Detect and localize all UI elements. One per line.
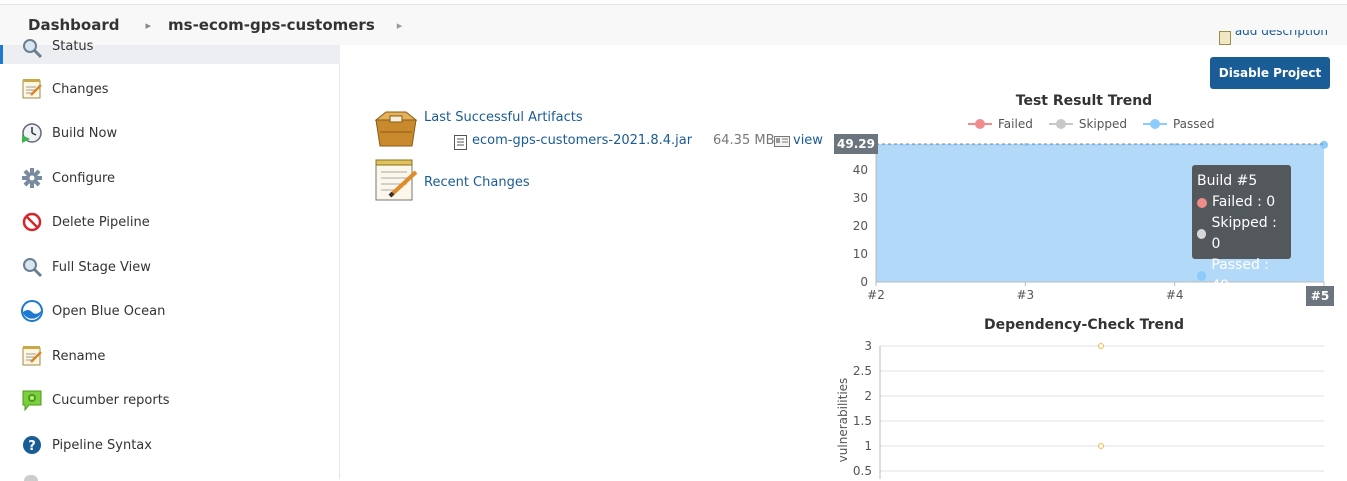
dependency-check-trend-chart[interactable]: 0.5 1 1.5 2 2.5 3 vulnerabilities <box>0 0 1347 479</box>
y-tick-label: 1.5 <box>853 414 872 428</box>
y-tick-label: 0.5 <box>853 464 872 478</box>
dependency-point <box>1098 343 1104 349</box>
y-tick-label: 1 <box>864 439 872 453</box>
dependency-point <box>1098 443 1104 449</box>
y-tick-label: 2 <box>864 389 872 403</box>
y-tick-label: 3 <box>864 339 872 353</box>
y-tick-label: 2.5 <box>853 364 872 378</box>
y-axis-label: vulnerabilities <box>836 378 850 463</box>
